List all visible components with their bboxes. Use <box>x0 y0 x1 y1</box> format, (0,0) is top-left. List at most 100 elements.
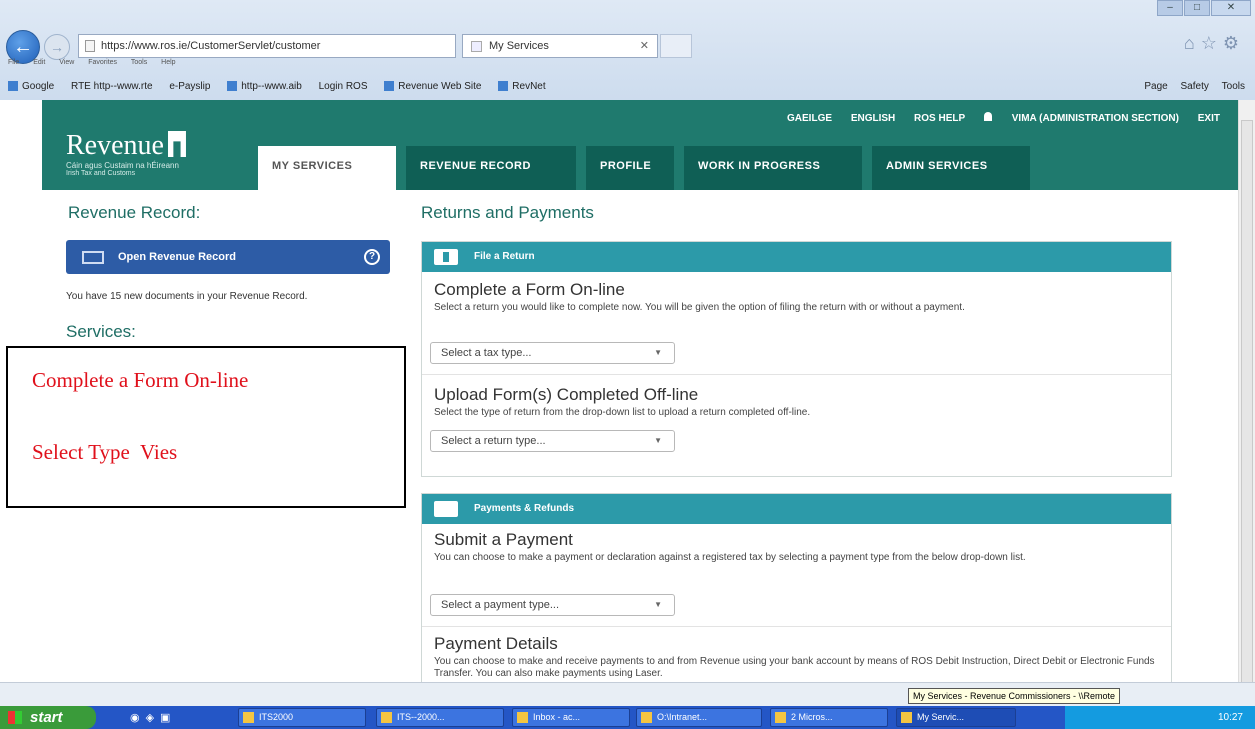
top-links: GAEILGE ENGLISH ROS HELP VIMA (ADMINISTR… <box>771 112 1220 124</box>
link-exit[interactable]: EXIT <box>1198 113 1220 124</box>
tab-my-services[interactable]: MY SERVICES <box>258 146 396 190</box>
task-its2000[interactable]: ITS2000 <box>238 708 366 727</box>
new-tab-button[interactable] <box>660 34 692 58</box>
complete-form-title: Complete a Form On-line <box>434 280 625 299</box>
tab-work-in-progress[interactable]: WORK IN PROGRESS <box>684 146 862 190</box>
payment-details-title: Payment Details <box>434 634 558 653</box>
fav-aib[interactable]: http--www.aib <box>227 81 302 92</box>
folder-icon <box>641 712 652 723</box>
task-its-2000-b[interactable]: ITS--2000... <box>376 708 504 727</box>
fav-label: e-Payslip <box>169 81 211 92</box>
help-icon[interactable]: ? <box>364 249 380 265</box>
fav-rte[interactable]: RTE http--www.rte <box>71 81 153 92</box>
app-icon <box>243 712 254 723</box>
task-label: ITS--2000... <box>397 712 445 722</box>
menu-favorites[interactable]: Favorites <box>88 59 117 66</box>
complete-form-section: Complete a Form On-line Select a return … <box>434 280 1159 314</box>
task-label: 2 Micros... <box>791 712 833 722</box>
tab-admin-services[interactable]: ADMIN SERVICES <box>872 146 1030 190</box>
bookmark-icon <box>384 81 395 92</box>
start-label: start <box>30 709 63 726</box>
close-window-button[interactable]: ✕ <box>1211 0 1251 16</box>
dropdown-arrow-icon: ▼ <box>654 436 662 445</box>
menu-help[interactable]: Help <box>161 59 175 66</box>
link-ros-help[interactable]: ROS HELP <box>914 113 965 124</box>
app-icon <box>775 712 786 723</box>
safety-menu[interactable]: Safety <box>1181 81 1209 92</box>
minimize-button[interactable]: – <box>1157 0 1183 16</box>
menu-edit[interactable]: Edit <box>33 59 45 66</box>
fav-revnet[interactable]: RevNet <box>498 81 546 92</box>
logo-tagline-irish: Cáin agus Custaim na hÉireann <box>66 161 179 170</box>
return-type-placeholder: Select a return type... <box>441 435 546 447</box>
windows-logo-icon <box>8 711 22 724</box>
forward-button[interactable]: → <box>44 34 70 60</box>
tools-menu[interactable]: Tools <box>1222 81 1245 92</box>
task-inbox[interactable]: Inbox - ac... <box>512 708 630 727</box>
upload-form-title: Upload Form(s) Completed Off-line <box>434 385 699 404</box>
menu-tools[interactable]: Tools <box>131 59 147 66</box>
fav-epayslip[interactable]: e-Payslip <box>169 81 210 92</box>
payment-type-placeholder: Select a payment type... <box>441 599 560 611</box>
system-tray: 10:27 <box>1065 706 1255 729</box>
file-return-title: File a Return <box>474 251 535 262</box>
start-button[interactable]: start <box>0 706 96 729</box>
fav-login-ros[interactable]: Login ROS <box>319 81 368 92</box>
task-microsoft[interactable]: 2 Micros... <box>770 708 888 727</box>
task-label: Inbox - ac... <box>533 712 581 722</box>
envelope-icon <box>82 251 104 264</box>
app-icon <box>381 712 392 723</box>
task-my-services[interactable]: My Servic... <box>896 708 1016 727</box>
taskbar: start ◉◈▣ ITS2000 ITS--2000... Inbox - a… <box>0 706 1255 729</box>
task-intranet-folder[interactable]: O:\Intranet... <box>636 708 762 727</box>
divider <box>422 374 1171 375</box>
tab-title: My Services <box>489 40 549 52</box>
user-name: VIMA (ADMINISTRATION SECTION) <box>1011 113 1179 124</box>
link-english[interactable]: ENGLISH <box>851 113 895 124</box>
tab-profile[interactable]: PROFILE <box>586 146 674 190</box>
logo-text: Revenue <box>66 130 164 161</box>
payment-type-select[interactable]: Select a payment type... ▼ <box>430 594 675 616</box>
services-heading: Services: <box>66 322 136 341</box>
menu-file[interactable]: File <box>8 59 19 66</box>
menu-view[interactable]: View <box>59 59 74 66</box>
revenue-logo[interactable]: Revenue <box>66 130 186 162</box>
task-label: ITS2000 <box>259 712 294 722</box>
file-return-panel: File a Return Complete a Form On-line Se… <box>421 241 1172 477</box>
fav-revenue-web-site[interactable]: Revenue Web Site <box>384 81 482 92</box>
tax-type-select[interactable]: Select a tax type... ▼ <box>430 342 675 364</box>
page-menu[interactable]: Page <box>1144 81 1167 92</box>
task-label: O:\Intranet... <box>657 712 708 722</box>
tax-type-placeholder: Select a tax type... <box>441 347 532 359</box>
scrollbar-thumb[interactable] <box>1241 120 1253 720</box>
quick-launch-icons[interactable]: ◉◈▣ <box>130 711 176 724</box>
bookmark-icon <box>498 81 509 92</box>
clock[interactable]: 10:27 <box>1218 712 1243 723</box>
address-bar[interactable]: https://www.ros.ie/CustomerServlet/custo… <box>78 34 456 58</box>
return-type-select[interactable]: Select a return type... ▼ <box>430 430 675 452</box>
bookmark-icon <box>227 81 238 92</box>
menu-bar: File Edit View Favorites Tools Help <box>0 59 1255 73</box>
fav-label: Google <box>22 81 55 92</box>
link-gaeilge[interactable]: GAEILGE <box>787 113 832 124</box>
browser-tab[interactable]: My Services ✕ <box>462 34 658 58</box>
open-revenue-record-button[interactable]: Open Revenue Record ? <box>66 240 390 274</box>
divider <box>422 626 1171 627</box>
home-favorites-settings-icons[interactable]: ⌂☆⚙ <box>1184 33 1245 54</box>
maximize-button[interactable]: □ <box>1184 0 1210 16</box>
open-revenue-record-label: Open Revenue Record <box>118 251 236 263</box>
user-link[interactable]: VIMA (ADMINISTRATION SECTION) <box>983 112 1179 124</box>
briefcase-icon <box>434 249 458 265</box>
dropdown-arrow-icon: ▼ <box>654 600 662 609</box>
submit-payment-section: Submit a Payment You can choose to make … <box>434 530 1159 564</box>
remote-window-tooltip: My Services - Revenue Commissioners - \\… <box>908 688 1121 704</box>
file-return-header: File a Return <box>422 242 1171 272</box>
complete-form-desc: Select a return you would like to comple… <box>434 302 965 313</box>
fav-google[interactable]: Google <box>8 81 54 92</box>
payment-details-desc: You can choose to make and receive payme… <box>434 656 1155 679</box>
tab-close-icon[interactable]: ✕ <box>640 35 649 57</box>
annotation-line-1: Complete a Form On-line <box>32 368 249 392</box>
tab-revenue-record[interactable]: REVENUE RECORD <box>406 146 576 190</box>
page-scrollbar[interactable] <box>1238 100 1255 720</box>
page-icon <box>85 40 95 52</box>
